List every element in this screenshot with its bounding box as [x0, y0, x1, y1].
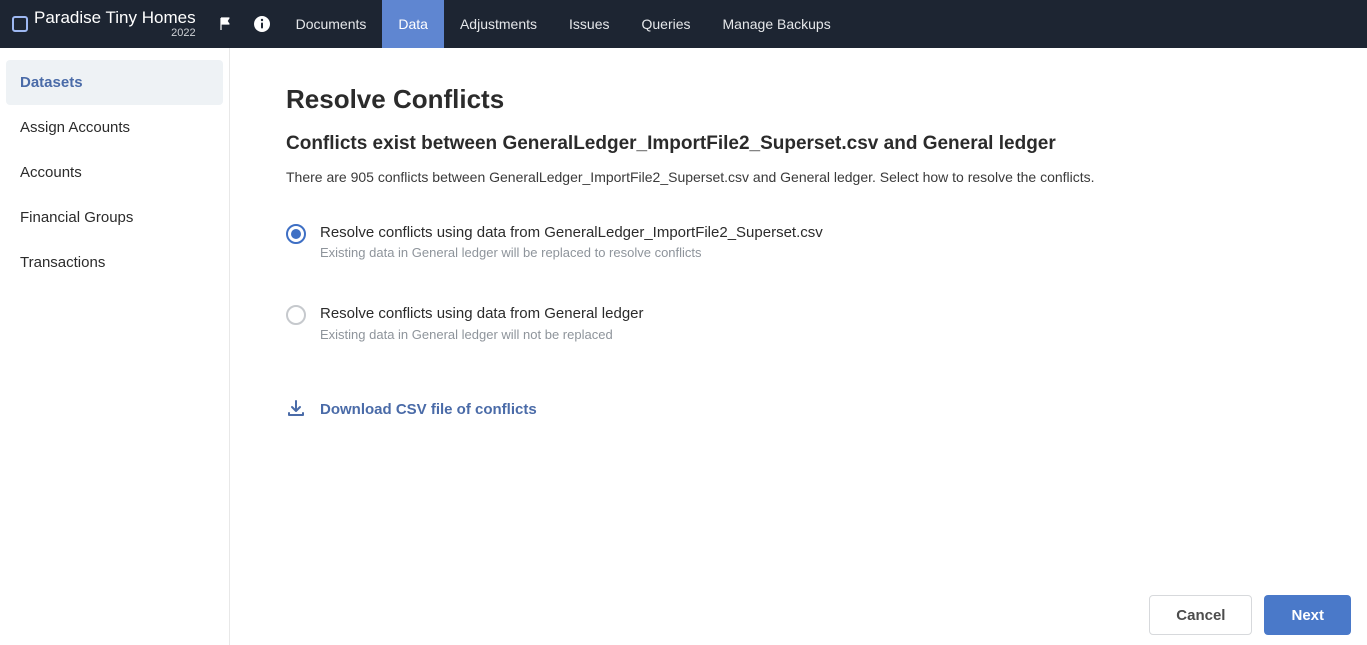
sidebar: Datasets Assign Accounts Accounts Financ…	[0, 48, 230, 645]
option-label: Resolve conflicts using data from Genera…	[320, 223, 823, 243]
download-label: Download CSV file of conflicts	[320, 401, 537, 418]
cancel-button[interactable]: Cancel	[1149, 595, 1252, 635]
info-icon	[253, 15, 271, 33]
option-use-general-ledger[interactable]: Resolve conflicts using data from Genera…	[286, 304, 1311, 341]
sidebar-item-transactions[interactable]: Transactions	[0, 240, 229, 285]
footer-actions: Cancel Next	[1149, 595, 1351, 635]
next-button[interactable]: Next	[1264, 595, 1351, 635]
page-subtitle: Conflicts exist between GeneralLedger_Im…	[286, 133, 1311, 155]
nav-manage-backups[interactable]: Manage Backups	[707, 0, 847, 48]
brand-title: Paradise Tiny Homes	[34, 9, 196, 26]
sidebar-item-datasets[interactable]: Datasets	[6, 60, 223, 105]
info-button[interactable]	[244, 0, 280, 48]
flag-icon	[218, 16, 234, 32]
brand-year: 2022	[171, 28, 195, 39]
sidebar-item-assign-accounts[interactable]: Assign Accounts	[0, 105, 229, 150]
sidebar-item-accounts[interactable]: Accounts	[0, 150, 229, 195]
option-sublabel: Existing data in General ledger will not…	[320, 327, 644, 342]
option-sublabel: Existing data in General ledger will be …	[320, 245, 823, 260]
brand[interactable]: Paradise Tiny Homes 2022	[0, 0, 208, 48]
download-conflicts-link[interactable]: Download CSV file of conflicts	[286, 398, 1311, 422]
nav-data[interactable]: Data	[382, 0, 444, 48]
topbar: Paradise Tiny Homes 2022 Documents Data …	[0, 0, 1367, 48]
option-text: Resolve conflicts using data from Genera…	[320, 304, 644, 341]
page-description: There are 905 conflicts between GeneralL…	[286, 169, 1311, 185]
option-text: Resolve conflicts using data from Genera…	[320, 223, 823, 260]
content: Resolve Conflicts Conflicts exist betwee…	[230, 48, 1367, 645]
radio-selected-icon	[286, 224, 306, 244]
radio-unselected-icon	[286, 305, 306, 325]
layout: Datasets Assign Accounts Accounts Financ…	[0, 48, 1367, 645]
nav-issues[interactable]: Issues	[553, 0, 625, 48]
option-label: Resolve conflicts using data from Genera…	[320, 304, 644, 324]
option-use-import-file[interactable]: Resolve conflicts using data from Genera…	[286, 223, 1311, 260]
brand-text: Paradise Tiny Homes 2022	[34, 9, 196, 39]
app-logo-icon	[12, 16, 28, 32]
nav-documents[interactable]: Documents	[280, 0, 383, 48]
flag-button[interactable]	[208, 0, 244, 48]
resolve-options: Resolve conflicts using data from Genera…	[286, 223, 1311, 342]
page-title: Resolve Conflicts	[286, 84, 1311, 115]
nav-queries[interactable]: Queries	[625, 0, 706, 48]
download-icon	[286, 398, 306, 422]
sidebar-item-financial-groups[interactable]: Financial Groups	[0, 195, 229, 240]
nav-adjustments[interactable]: Adjustments	[444, 0, 553, 48]
main-nav: Documents Data Adjustments Issues Querie…	[280, 0, 847, 48]
